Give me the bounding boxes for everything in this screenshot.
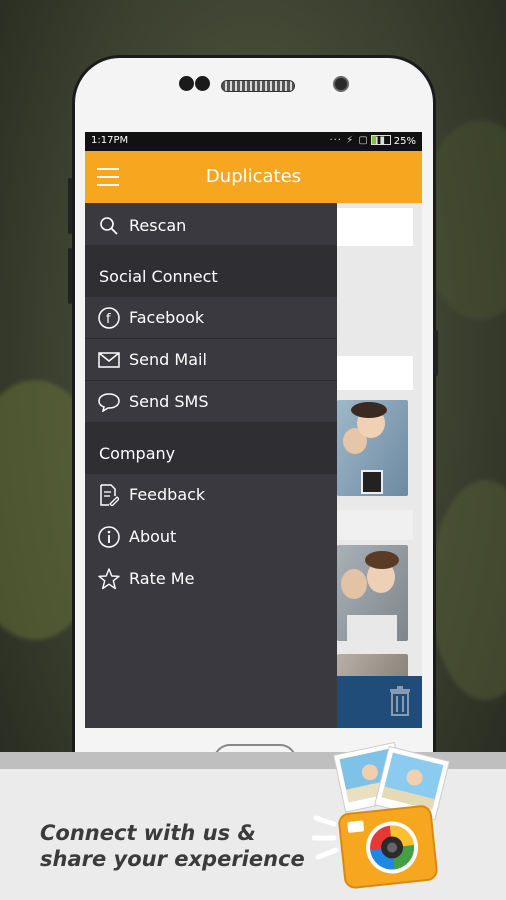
drawer-item-label: Rate Me: [129, 569, 195, 588]
front-camera: [333, 76, 349, 92]
drawer-item-send-mail[interactable]: Send Mail: [85, 339, 337, 380]
promo-line-2: share your experience: [40, 847, 305, 871]
search-icon: [98, 215, 120, 237]
navigation-drawer: Rescan Social Connect f Facebook Send Ma…: [85, 203, 337, 728]
info-icon: [98, 525, 120, 548]
app-logo-icon: [312, 742, 451, 889]
status-bar: 1:17PM ··· ⚡ ▢ ▮▮ 25%: [85, 132, 422, 151]
app-bar: Duplicates: [85, 151, 422, 203]
promo-line-1: Connect with us &: [40, 821, 256, 845]
drawer-item-label: Rescan: [129, 216, 187, 235]
power-key: [434, 330, 438, 376]
device-screen: 1:17PM ··· ⚡ ▢ ▮▮ 25% Duplicates Rescan …: [85, 132, 422, 728]
drawer-item-label: Feedback: [129, 485, 206, 504]
drawer-item-feedback[interactable]: Feedback: [85, 474, 337, 515]
drawer-item-rate-me[interactable]: Rate Me: [85, 558, 337, 599]
drawer-item-label: Send Mail: [129, 350, 207, 369]
list-header: [337, 510, 413, 540]
battery-icon: [370, 135, 391, 145]
front-sensor: [195, 76, 210, 91]
drawer-item-facebook[interactable]: f Facebook: [85, 297, 337, 338]
front-sensor: [179, 76, 194, 91]
drawer-item-about[interactable]: About: [85, 516, 337, 557]
chat-bubble-icon: [98, 391, 120, 413]
battery-percent: 25%: [393, 136, 416, 147]
list-header: [337, 356, 413, 390]
facebook-icon: f: [98, 306, 120, 329]
mail-icon: [98, 349, 120, 371]
trash-icon[interactable]: [389, 686, 411, 716]
drawer-item-rescan[interactable]: Rescan: [85, 205, 337, 246]
drawer-item-send-sms[interactable]: Send SMS: [85, 381, 337, 422]
section-header-social: Social Connect: [85, 245, 337, 297]
duplicate-photo[interactable]: [337, 545, 408, 641]
star-icon: [98, 567, 120, 590]
promo-tagline: Connect with us & share your experience: [40, 820, 305, 872]
status-time: 1:17PM: [91, 135, 129, 146]
earpiece-speaker: [221, 80, 295, 92]
duplicate-photo[interactable]: [337, 400, 408, 496]
feedback-icon: [98, 483, 120, 506]
volume-key: [68, 248, 72, 304]
section-title: Social Connect: [99, 267, 218, 286]
drawer-item-label: About: [129, 527, 177, 546]
list-header: [337, 208, 413, 246]
volume-key: [68, 178, 72, 234]
battery-indicator: 25%: [370, 135, 416, 147]
drawer-item-label: Facebook: [129, 308, 205, 327]
svg-text:f: f: [106, 312, 111, 327]
background-foliage: [430, 480, 506, 700]
app-title: Duplicates: [205, 166, 302, 187]
section-header-company: Company: [85, 422, 337, 474]
drawer-item-label: Send SMS: [129, 392, 209, 411]
section-title: Company: [99, 444, 176, 463]
